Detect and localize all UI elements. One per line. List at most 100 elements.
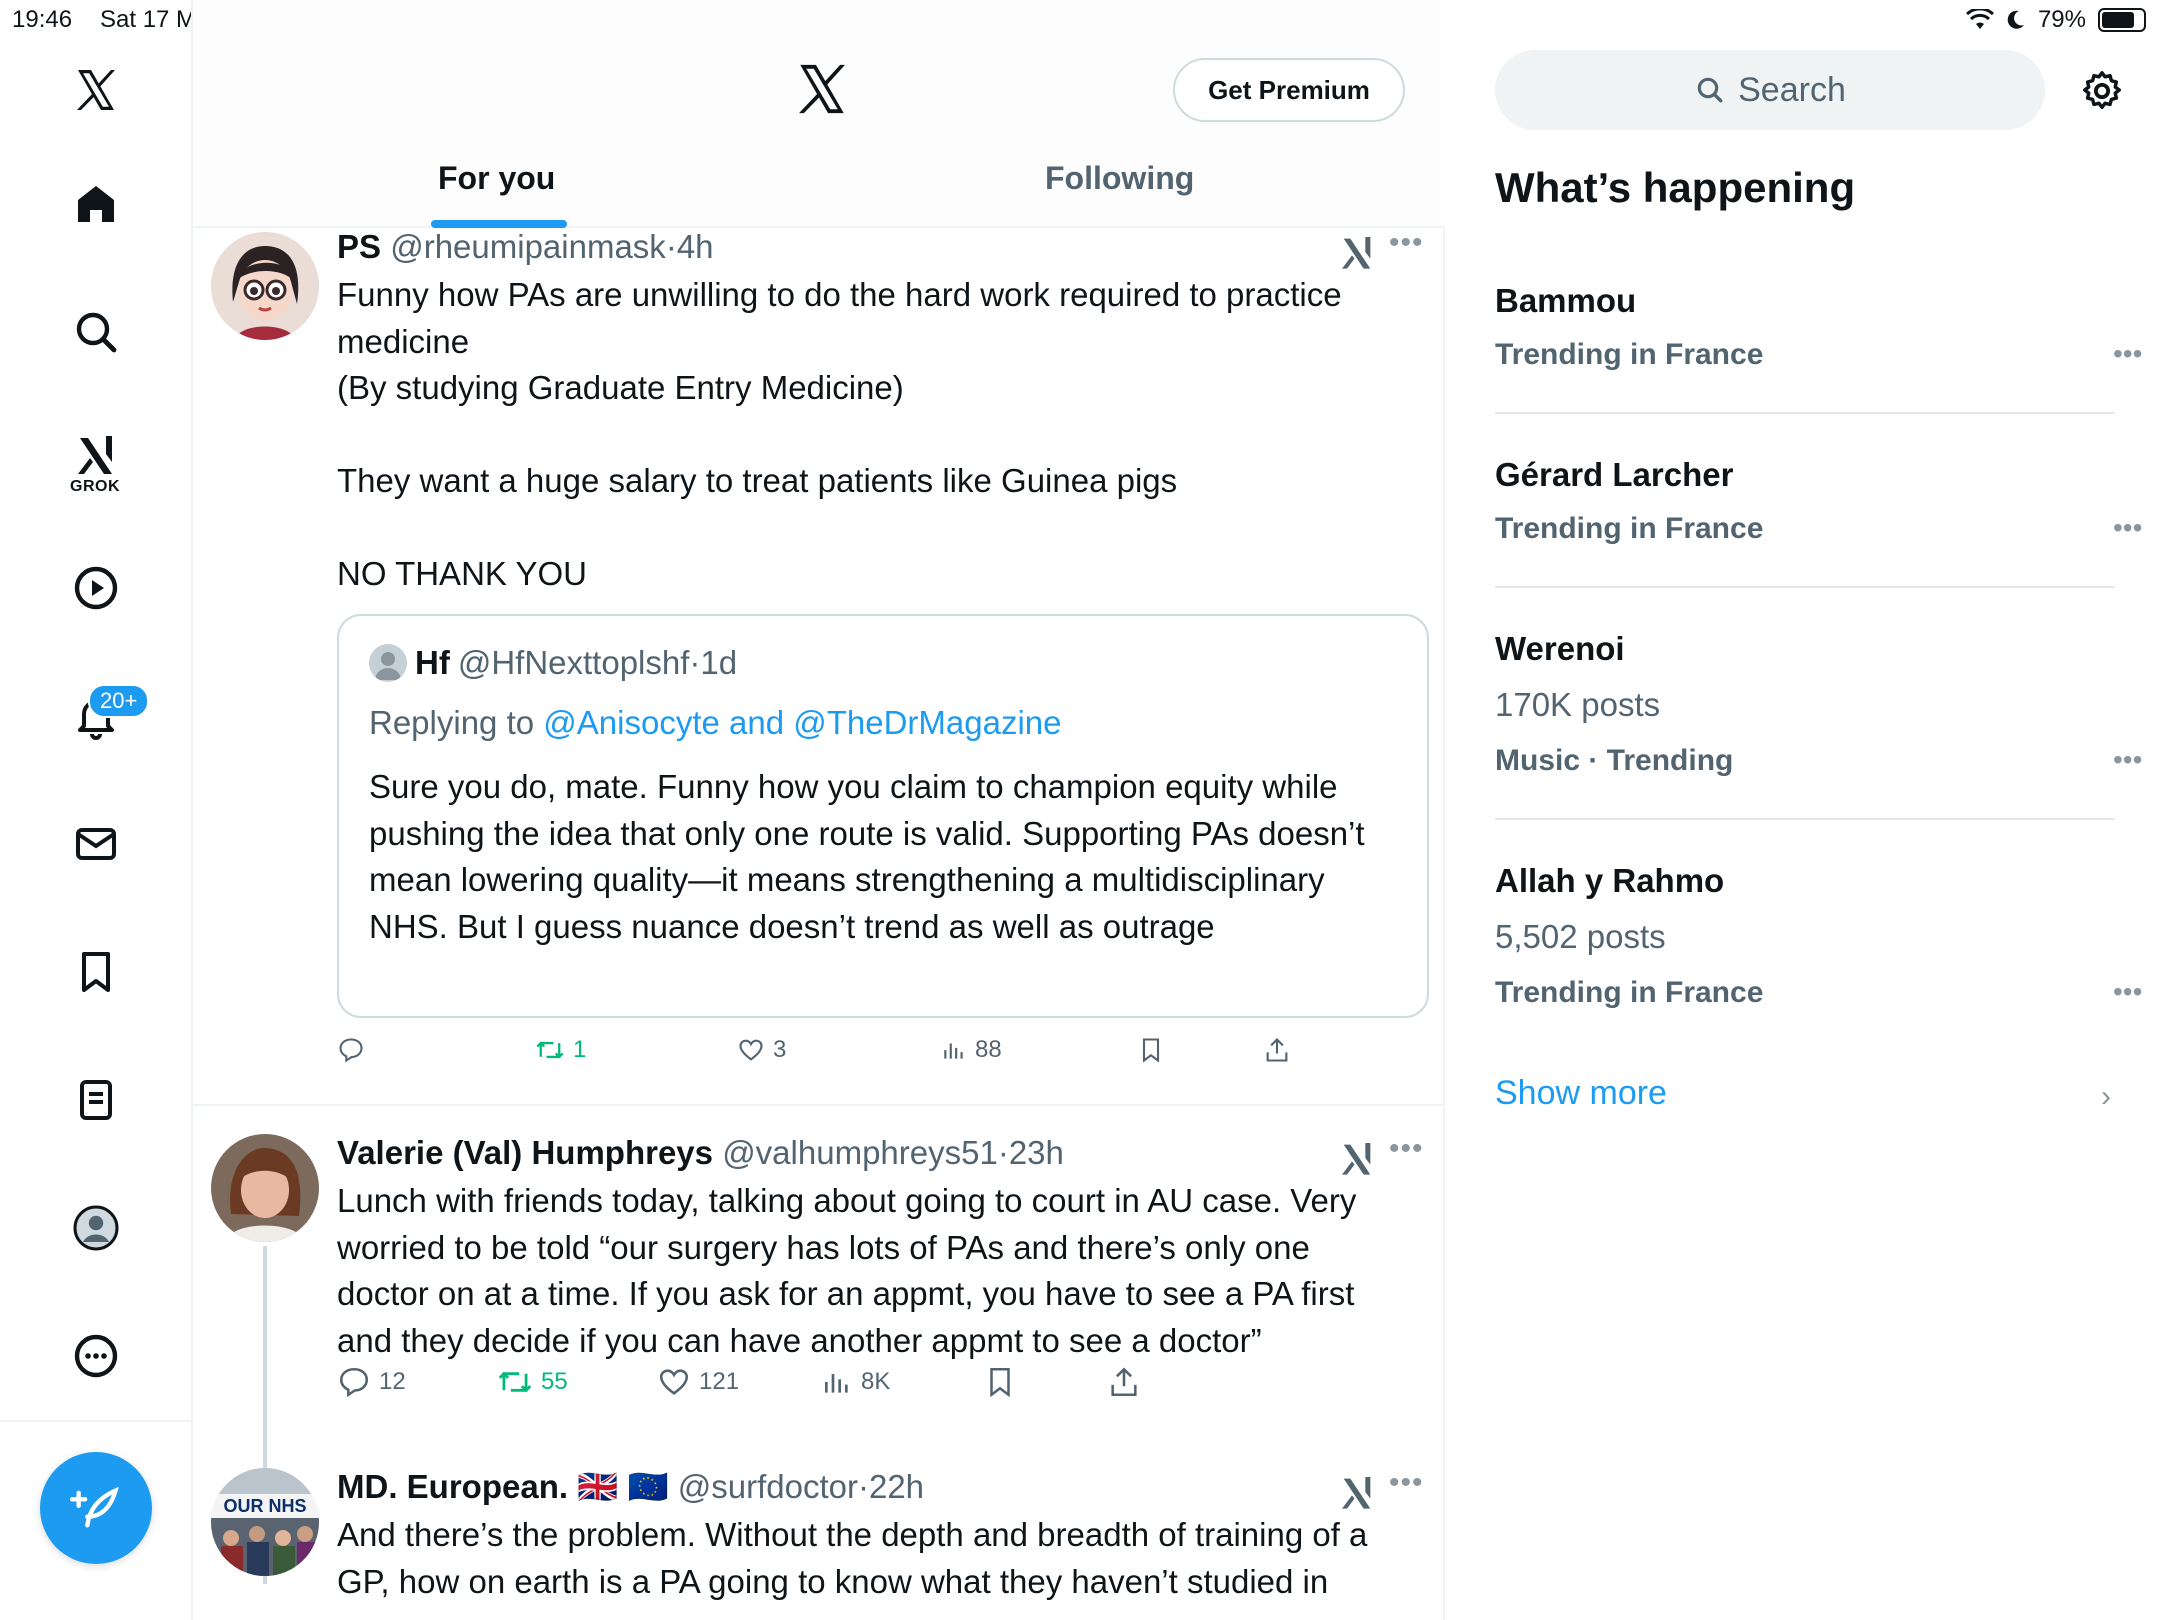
tweet[interactable]: Valerie (Val) Humphreys @valhumphreys51 ·… [193,1132,1445,1584]
views-chart-icon [825,1374,848,1393]
avatar[interactable] [211,1134,319,1242]
trend-name: Allah y Rahmo [1495,862,1725,899]
trend-item[interactable]: Gérard Larcher Trending in France ••• [1495,454,2142,574]
repost-button[interactable]: 55 [497,1365,568,1399]
author-name[interactable]: PS [337,228,381,265]
like-button[interactable]: 121 [657,1365,739,1399]
tab-for-you[interactable]: For you [438,160,555,197]
trend-meta: Trending in France [1495,512,1764,545]
home-icon[interactable] [52,160,140,248]
repost-icon [536,1041,564,1059]
post-time[interactable]: 4h [677,228,714,265]
trend-more-icon[interactable]: ••• [2113,338,2142,370]
author-handle[interactable]: @HfNexttoplshf [458,644,690,681]
view-count: 8K [861,1368,891,1395]
explore-search-icon[interactable] [52,288,140,376]
chevron-right-icon[interactable]: › [2101,1080,2111,1114]
tweet-header: PS @rheumipainmask·4h [337,228,714,266]
avatar[interactable] [369,644,407,682]
main-timeline: Get Premium For you Following PS @rheumi… [193,0,1445,1620]
replying-prefix: Replying to [369,704,544,741]
trend-item[interactable]: Werenoi 170K posts Music · Trending ••• [1495,628,2142,788]
trend-more-icon[interactable]: ••• [2113,744,2142,776]
reply-button[interactable] [337,1036,373,1064]
trend-name: Gérard Larcher [1495,456,1734,493]
tweet-header: Valerie (Val) Humphreys @valhumphreys51·… [337,1134,1064,1172]
reply-count: 12 [379,1368,406,1395]
trend-more-icon[interactable]: ••• [2113,512,2142,544]
repost-button[interactable]: 1 [535,1036,586,1064]
grok-explain-icon[interactable] [1337,1138,1377,1178]
notifications-badge: 20+ [88,684,150,718]
profile-avatar[interactable] [52,1184,140,1272]
more-options-icon[interactable]: ••• [1389,1466,1424,1500]
views-button[interactable]: 8K [821,1366,890,1398]
grok-explain-icon[interactable] [1337,232,1377,272]
quote-text: Sure you do, mate. Funny how you claim t… [369,768,1365,945]
bookmark-button[interactable] [983,1365,1017,1399]
bookmark-button[interactable] [1137,1036,1165,1064]
grok-explain-icon[interactable] [1337,1472,1377,1512]
share-button[interactable] [1107,1365,1141,1399]
x-logo-icon[interactable] [793,60,851,123]
reply-icon [339,1038,363,1063]
tweet-divider [193,1104,1445,1106]
tab-following[interactable]: Following [1045,160,1194,197]
post-time[interactable]: 22h [869,1468,924,1505]
avatar[interactable]: OUR NHS [211,1468,319,1576]
trend-item[interactable]: Allah y Rahmo 5,502 posts Trending in Fr… [1495,860,2142,1020]
replying-to-link[interactable]: @Anisocyte and @TheDrMagazine [543,704,1061,741]
author-name[interactable]: MD. European. [337,1468,568,1505]
settings-gear-icon[interactable] [2079,68,2125,119]
lists-icon[interactable] [52,1056,140,1144]
tweet[interactable]: OUR NHS MD. European. 🇬🇧 🇪🇺 @surfdoctor·… [193,1466,1445,1620]
more-options-icon[interactable]: ••• [1389,226,1424,260]
post-time[interactable]: 23h [1009,1134,1064,1171]
quoted-tweet[interactable]: Hf @HfNexttoplshf·1d Replying to @Anisoc… [337,614,1429,1018]
trend-divider [1495,818,2115,820]
author-handle[interactable]: @rheumipainmask [390,228,666,265]
trend-item[interactable]: Bammou Trending in France ••• [1495,280,2142,400]
author-name[interactable]: Valerie (Val) Humphreys [337,1134,713,1171]
separator-dot: · [857,1468,869,1505]
author-handle[interactable]: @valhumphreys51 [722,1134,998,1171]
nav-divider [0,1420,193,1422]
author-handle[interactable]: @surfdoctor [678,1468,858,1505]
views-chart-icon [944,1043,963,1059]
messages-mail-icon[interactable] [52,800,140,888]
trend-name: Bammou [1495,282,1637,319]
timeline-header: Get Premium For you Following [193,0,1445,228]
right-sidebar: Search What’s happening Bammou Trending … [1445,0,2160,1620]
author-name[interactable]: Hf [415,644,450,682]
author-flags: 🇬🇧 🇪🇺 [577,1468,669,1505]
tweet-header: MD. European. 🇬🇧 🇪🇺 @surfdoctor·22h [337,1468,924,1507]
reply-button[interactable]: 12 [337,1365,406,1399]
avatar[interactable] [211,232,319,340]
separator-dot: · [689,644,701,681]
reply-icon [339,1367,369,1398]
trend-more-icon[interactable]: ••• [2113,976,2142,1008]
tweet-text: Lunch with friends today, talking about … [337,1182,1357,1359]
trend-divider [1495,412,2115,414]
avatar-sign-text: OUR NHS [223,1496,306,1516]
bookmarks-icon[interactable] [52,928,140,1016]
more-options-icon[interactable] [52,1312,140,1400]
active-tab-indicator [431,220,567,228]
tweet[interactable]: PS @rheumipainmask·4h ••• Funny how PAs … [193,226,1445,1108]
compose-post-button[interactable] [40,1452,152,1564]
video-play-icon[interactable] [52,544,140,632]
show-more-link[interactable]: Show more [1495,1074,1667,1113]
like-count: 121 [699,1368,740,1395]
views-button[interactable]: 88 [941,1036,1002,1064]
search-input[interactable]: Search [1495,50,2045,130]
x-logo-icon[interactable] [52,46,140,134]
repost-count: 55 [541,1368,568,1395]
like-count: 3 [773,1036,787,1063]
like-button[interactable]: 3 [737,1036,786,1064]
post-time[interactable]: 1d [700,644,737,681]
more-options-icon[interactable]: ••• [1389,1132,1424,1166]
whats-happening-title: What’s happening [1495,164,1856,211]
get-premium-button[interactable]: Get Premium [1173,58,1405,122]
quote-header: Hf @HfNexttoplshf·1d [369,644,737,682]
share-button[interactable] [1263,1036,1291,1064]
